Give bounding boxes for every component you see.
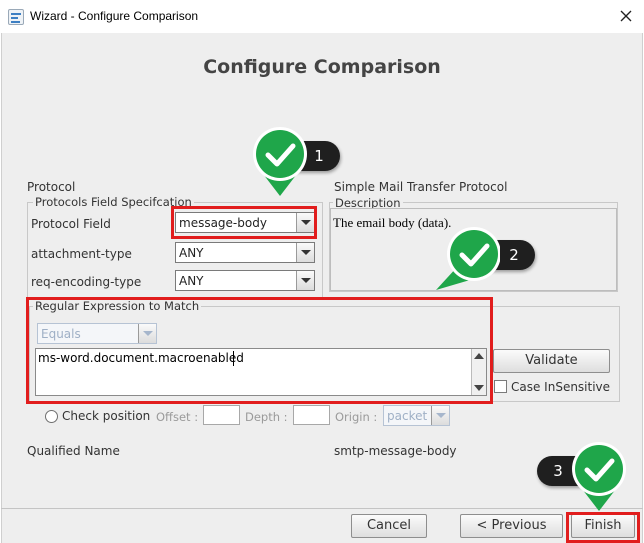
- chevron-down-icon[interactable]: [296, 271, 314, 290]
- checkmark-badge-icon: [253, 127, 307, 196]
- req-encoding-type-label: req-encoding-type: [31, 275, 142, 289]
- origin-select[interactable]: packet: [383, 405, 450, 426]
- close-button[interactable]: [614, 4, 638, 28]
- close-icon: [620, 10, 632, 22]
- depth-label: Depth :: [245, 410, 288, 424]
- protocol-name-label: Simple Mail Transfer Protocol: [334, 180, 508, 194]
- checkmark-badge-icon: [572, 442, 626, 511]
- req-encoding-type-value: ANY: [179, 274, 204, 288]
- previous-button[interactable]: < Previous: [460, 514, 563, 538]
- footer-divider: [1, 508, 643, 509]
- page-title: Configure Comparison: [203, 56, 441, 78]
- offset-label: Offset :: [156, 410, 199, 424]
- origin-label: Origin :: [335, 410, 378, 424]
- validate-button[interactable]: Validate: [493, 349, 610, 373]
- checkmark-badge-icon: [436, 227, 500, 290]
- attachment-type-select[interactable]: ANY: [175, 242, 315, 263]
- case-insensitive-label: Case InSensitive: [511, 380, 611, 394]
- depth-input[interactable]: [293, 405, 330, 425]
- attachment-type-value: ANY: [179, 246, 204, 260]
- qualified-name-label: Qualified Name: [27, 444, 120, 458]
- check-position-radio[interactable]: [45, 410, 58, 423]
- highlight-protocol-field: [171, 206, 317, 239]
- highlight-regex-section: [26, 297, 493, 404]
- req-encoding-type-select[interactable]: ANY: [175, 270, 315, 291]
- window-title: Wizard - Configure Comparison: [30, 9, 199, 23]
- wizard-app-icon: [8, 9, 24, 25]
- offset-input[interactable]: [203, 405, 240, 425]
- highlight-finish-button: [566, 512, 640, 543]
- protocol-field-label: Protocol Field: [31, 217, 111, 231]
- protocols-field-legend: Protocols Field Specifcation: [33, 195, 194, 209]
- attachment-type-label: attachment-type: [31, 247, 132, 261]
- check-position-label: Check position: [62, 409, 151, 423]
- chevron-down-icon[interactable]: [431, 406, 449, 425]
- qualified-name-value: smtp-message-body: [334, 444, 457, 458]
- chevron-down-icon[interactable]: [296, 243, 314, 262]
- case-insensitive-checkbox[interactable]: [494, 380, 507, 393]
- protocol-section-label: Protocol: [27, 180, 76, 194]
- origin-value: packet: [387, 409, 428, 423]
- title-bar: Wizard - Configure Comparison: [0, 0, 644, 33]
- cancel-button[interactable]: Cancel: [351, 514, 427, 538]
